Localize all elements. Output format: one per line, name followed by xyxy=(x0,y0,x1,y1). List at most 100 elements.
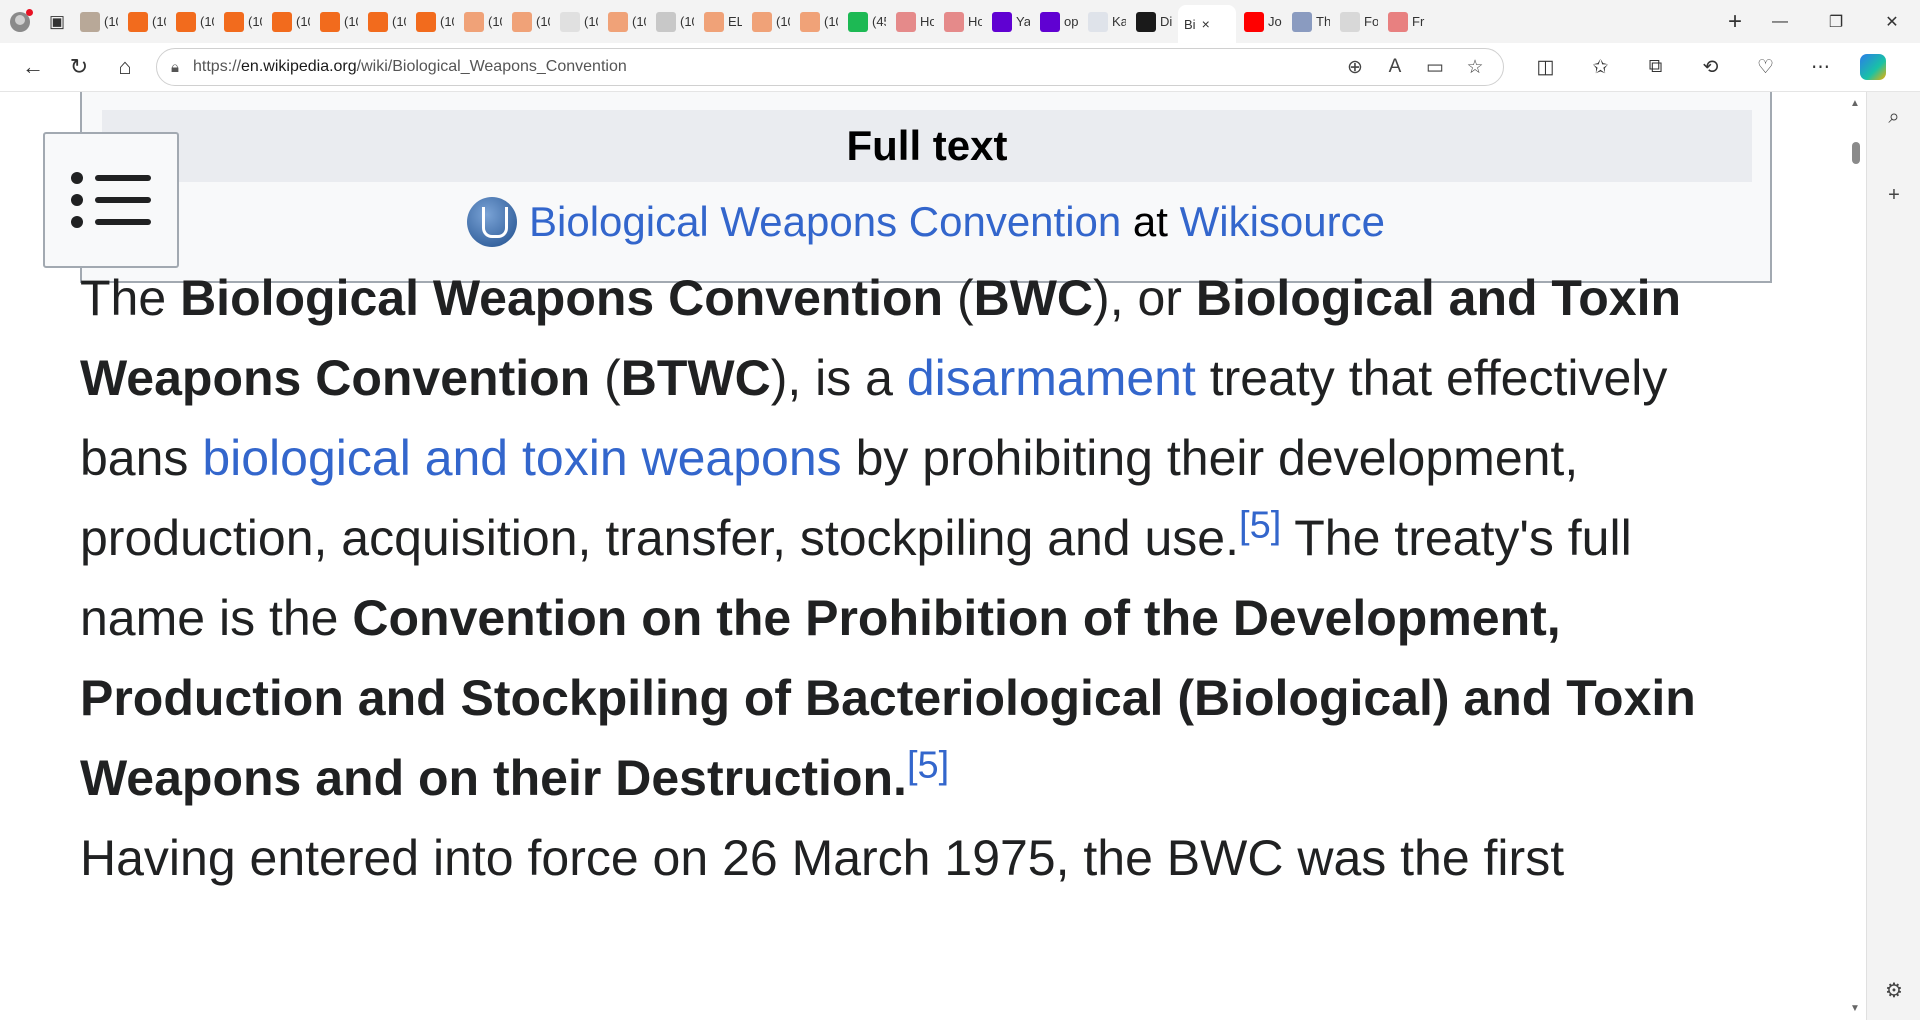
browser-tab[interactable]: Ho xyxy=(938,7,984,37)
restore-icon[interactable]: ❐ xyxy=(1808,0,1864,43)
home-icon[interactable]: ⌂ xyxy=(102,47,148,87)
browser-tab[interactable]: Di xyxy=(1130,7,1176,37)
reference-5-link-2[interactable]: [5] xyxy=(907,744,949,786)
search-icon[interactable]: ⌕ xyxy=(1867,106,1920,129)
tab-favicon-icon xyxy=(560,11,580,32)
tab-title: (10 xyxy=(104,14,118,29)
wikisource-line: Biological Weapons Convention at Wikisou… xyxy=(82,197,1770,247)
toc-icon xyxy=(71,172,151,184)
new-tab-button[interactable]: + xyxy=(1718,0,1752,43)
tab-favicon-icon xyxy=(464,11,484,32)
browser-tab[interactable]: Ka xyxy=(1082,7,1128,37)
performance-icon[interactable]: ♡ xyxy=(1738,56,1793,79)
close-window-icon[interactable]: ✕ xyxy=(1864,0,1920,43)
refresh-icon[interactable]: ↻ xyxy=(56,47,102,87)
intro-paragraph: The Biological Weapons Convention (BWC),… xyxy=(80,270,1696,806)
browser-tab[interactable]: (10 xyxy=(794,7,840,37)
tab-favicon-icon xyxy=(1388,11,1408,32)
address-bar[interactable]: 🔒︎ https://en.wikipedia.org/wiki/Biologi… xyxy=(156,48,1504,86)
tab-title: (10 xyxy=(440,14,454,29)
profile-avatar[interactable] xyxy=(0,0,40,43)
history-icon[interactable]: ⟲ xyxy=(1683,56,1738,79)
browser-tab[interactable]: (10 xyxy=(266,7,312,37)
biological-weapons-link[interactable]: biological and toxin weapons xyxy=(202,430,841,486)
scroll-thumb[interactable] xyxy=(1852,142,1860,164)
minimize-icon[interactable]: — xyxy=(1752,0,1808,43)
tab-favicon-icon xyxy=(944,11,964,32)
tab-title: (10 xyxy=(344,14,358,29)
browser-tab[interactable]: (10 xyxy=(122,7,168,37)
tab-title: EL xyxy=(728,14,742,29)
browser-tab[interactable]: (10 xyxy=(218,7,264,37)
active-tab[interactable]: Bi × xyxy=(1178,5,1236,43)
tab-favicon-icon xyxy=(224,11,244,32)
copilot-icon[interactable] xyxy=(1860,54,1886,80)
tab-title: Ka xyxy=(1112,14,1126,29)
browser-tab[interactable]: Ho xyxy=(890,7,936,37)
full-text-box: Full text Biological Weapons Convention … xyxy=(80,92,1772,283)
table-of-contents-button[interactable] xyxy=(43,132,179,268)
disarmament-link[interactable]: disarmament xyxy=(907,350,1196,406)
tab-favicon-icon xyxy=(128,11,148,32)
tab-favicon-icon xyxy=(704,11,724,32)
tab-title: (10 xyxy=(824,14,838,29)
browser-tab[interactable]: (10 xyxy=(314,7,360,37)
browser-tab[interactable]: Fo xyxy=(1334,7,1380,37)
tab-favicon-icon xyxy=(1088,11,1108,32)
browser-tab[interactable]: Ya xyxy=(986,7,1032,37)
favorite-star-icon[interactable]: ☆ xyxy=(1455,56,1495,79)
collections-icon[interactable]: ⧉ xyxy=(1628,56,1683,79)
scroll-down-icon[interactable]: ▼ xyxy=(1850,1003,1860,1014)
add-icon[interactable]: + xyxy=(1867,184,1920,207)
tab-title: op xyxy=(1064,14,1078,29)
tab-favicon-icon xyxy=(608,11,628,32)
at-text: at xyxy=(1132,198,1168,245)
browser-tab[interactable]: (10 xyxy=(362,7,408,37)
settings-gear-icon[interactable]: ⚙ xyxy=(1867,978,1920,1003)
browser-tab[interactable]: (10 xyxy=(74,7,120,37)
close-tab-icon[interactable]: × xyxy=(1202,16,1210,32)
bwc-wikisource-link[interactable]: Biological Weapons Convention xyxy=(529,198,1121,245)
browser-tab[interactable]: (10 xyxy=(458,7,504,37)
tab-favicon-icon xyxy=(176,11,196,32)
scrollbar[interactable]: ▲ ▼ xyxy=(1847,92,1865,1018)
back-icon[interactable]: ← xyxy=(10,47,56,87)
tab-actions-icon[interactable]: ▣ xyxy=(40,0,74,43)
reference-5-link[interactable]: [5] xyxy=(1239,504,1281,546)
side-panel: ⌕ + ⚙ xyxy=(1866,92,1920,1020)
tab-title: (10 xyxy=(536,14,550,29)
tab-favicon-icon xyxy=(320,11,340,32)
scroll-up-icon[interactable]: ▲ xyxy=(1850,98,1860,109)
zoom-icon[interactable]: ⊕ xyxy=(1335,56,1375,79)
read-aloud-icon[interactable]: A xyxy=(1375,56,1415,79)
browser-tab[interactable]: (10 xyxy=(554,7,600,37)
tab-favicon-icon xyxy=(992,11,1012,32)
browser-tab[interactable]: (10 xyxy=(746,7,792,37)
tabs-list: (10 (10 (10 (10 (10 (10 (10 (10 (10 (10 (10 (10 (10 E… xyxy=(74,0,1718,43)
tab-title: Bi xyxy=(1184,16,1196,32)
tab-title: (10 xyxy=(488,14,502,29)
browser-tab[interactable]: EL xyxy=(698,7,744,37)
browser-tab[interactable]: Fr xyxy=(1382,7,1428,37)
immersive-reader-icon[interactable]: ▭ xyxy=(1415,56,1455,79)
tab-title: (10 xyxy=(296,14,310,29)
browser-tab[interactable]: Jo xyxy=(1238,7,1284,37)
browser-tab[interactable]: (45 xyxy=(842,7,888,37)
tab-favicon-icon xyxy=(1244,11,1264,32)
favorites-icon[interactable]: ✩ xyxy=(1573,56,1628,79)
browser-tab[interactable]: op xyxy=(1034,7,1080,37)
browser-tab[interactable]: (10 xyxy=(170,7,216,37)
browser-tab[interactable]: (10 xyxy=(602,7,648,37)
more-menu-icon[interactable]: ⋯ xyxy=(1793,56,1848,79)
browser-tab[interactable]: (10 xyxy=(410,7,456,37)
lock-icon[interactable]: 🔒︎ xyxy=(157,59,193,76)
tab-favicon-icon xyxy=(1136,11,1156,32)
split-screen-icon[interactable]: ◫ xyxy=(1518,56,1573,79)
tab-title: Ya xyxy=(1016,14,1030,29)
address-toolbar: ← ↻ ⌂ 🔒︎ https://en.wikipedia.org/wiki/B… xyxy=(0,43,1920,92)
browser-tab[interactable]: Th xyxy=(1286,7,1332,37)
browser-tab[interactable]: (10 xyxy=(506,7,552,37)
browser-tab[interactable]: (10 xyxy=(650,7,696,37)
wikisource-link[interactable]: Wikisource xyxy=(1180,198,1385,245)
url-text[interactable]: https://en.wikipedia.org/wiki/Biological… xyxy=(193,58,1335,76)
